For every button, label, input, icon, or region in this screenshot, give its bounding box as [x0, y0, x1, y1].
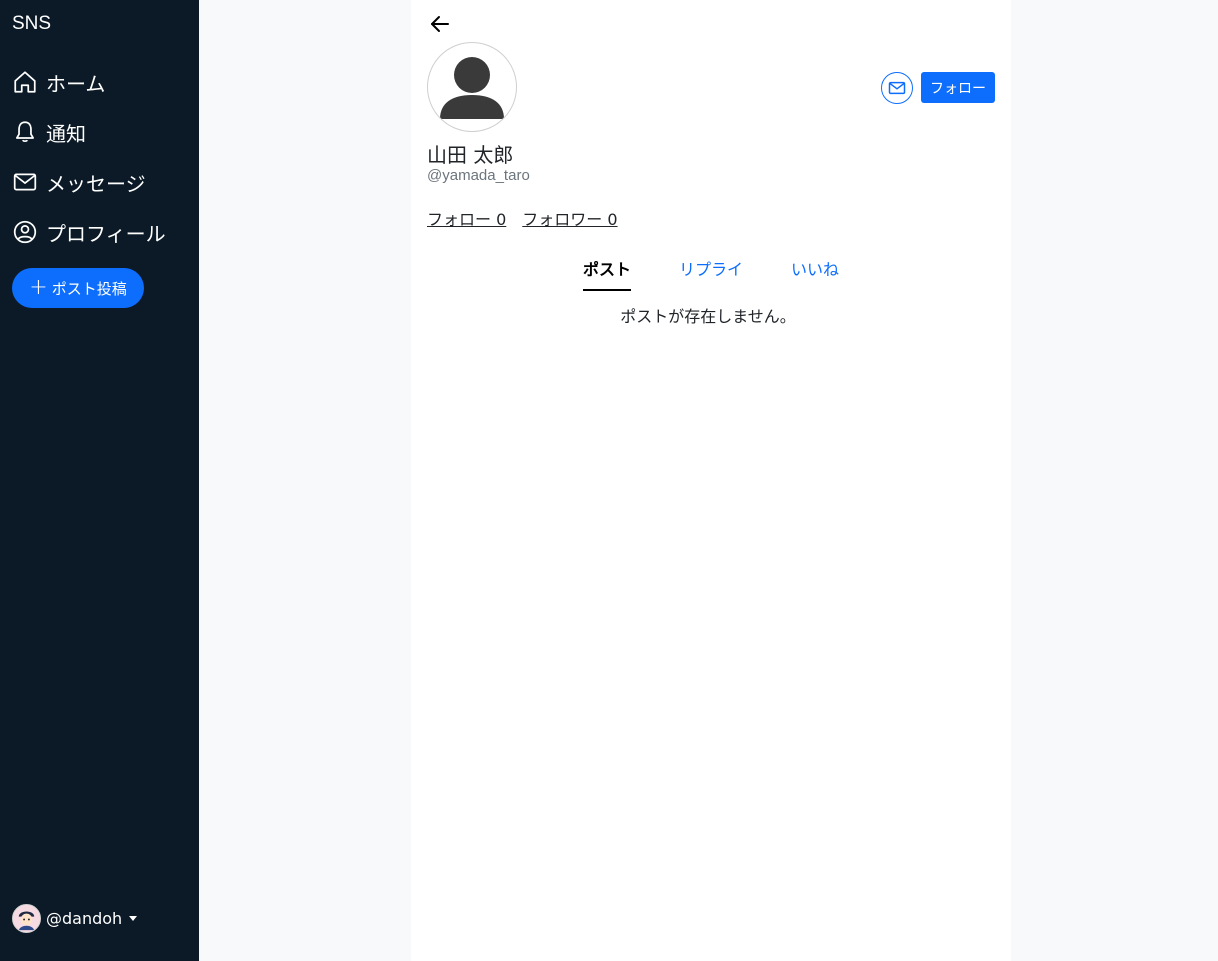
person-circle-icon [12, 219, 38, 245]
sidebar-item-notifications[interactable]: 通知 [12, 114, 192, 150]
sidebar-item-messages[interactable]: メッセージ [12, 164, 192, 200]
sidebar-nav: ホーム 通知 メッセージ プロフィール [12, 64, 192, 264]
sidebar-item-home[interactable]: ホーム [12, 64, 192, 100]
new-post-label: ポスト投稿 [51, 279, 127, 298]
bell-icon [12, 119, 38, 145]
account-menu[interactable]: @dandoh [12, 904, 138, 933]
tab-replies[interactable]: リプライ [679, 256, 743, 291]
caret-down-icon [129, 916, 138, 921]
following-link[interactable]: フォロー 0 [427, 206, 506, 230]
follow-stats: フォロー 0 フォロワー 0 [427, 206, 634, 230]
plus-icon: + [29, 275, 48, 300]
profile-username: @yamada_taro [427, 167, 530, 184]
home-icon [12, 69, 38, 95]
new-post-button[interactable]: + ポスト投稿 [12, 268, 144, 308]
person-placeholder-icon [440, 57, 504, 119]
empty-posts-message: ポストが存在しません。 [620, 307, 796, 326]
avatar [12, 904, 41, 933]
sidebar-item-label: 通知 [46, 121, 86, 146]
tab-posts[interactable]: ポスト [583, 256, 632, 291]
back-arrow-icon[interactable] [428, 12, 452, 36]
sidebar-item-label: プロフィール [46, 221, 166, 246]
profile-page: フォロー 山田 太郎 @yamada_taro フォロー 0 フォロワー 0 ポ… [411, 0, 1011, 961]
envelope-icon [888, 81, 906, 95]
sidebar-item-label: メッセージ [46, 171, 146, 196]
message-button[interactable] [881, 72, 913, 104]
sidebar-item-label: ホーム [46, 71, 106, 96]
sidebar-item-profile[interactable]: プロフィール [12, 214, 192, 250]
account-handle: @dandoh [46, 909, 123, 928]
tab-likes[interactable]: いいね [791, 256, 839, 291]
follow-button[interactable]: フォロー [921, 72, 995, 103]
profile-name: 山田 太郎 [427, 143, 514, 167]
envelope-icon [12, 169, 38, 195]
followers-link[interactable]: フォロワー 0 [522, 206, 617, 230]
profile-tabs: ポスト リプライ いいね [583, 256, 887, 291]
app-root: SNS ホーム 通知 メッセージ プロフィール + ポスト投稿 @dandoh … [0, 0, 1218, 961]
brand-logo[interactable]: SNS [12, 13, 51, 35]
sidebar: SNS ホーム 通知 メッセージ プロフィール + ポスト投稿 @dandoh [0, 0, 199, 961]
profile-avatar [427, 42, 517, 132]
